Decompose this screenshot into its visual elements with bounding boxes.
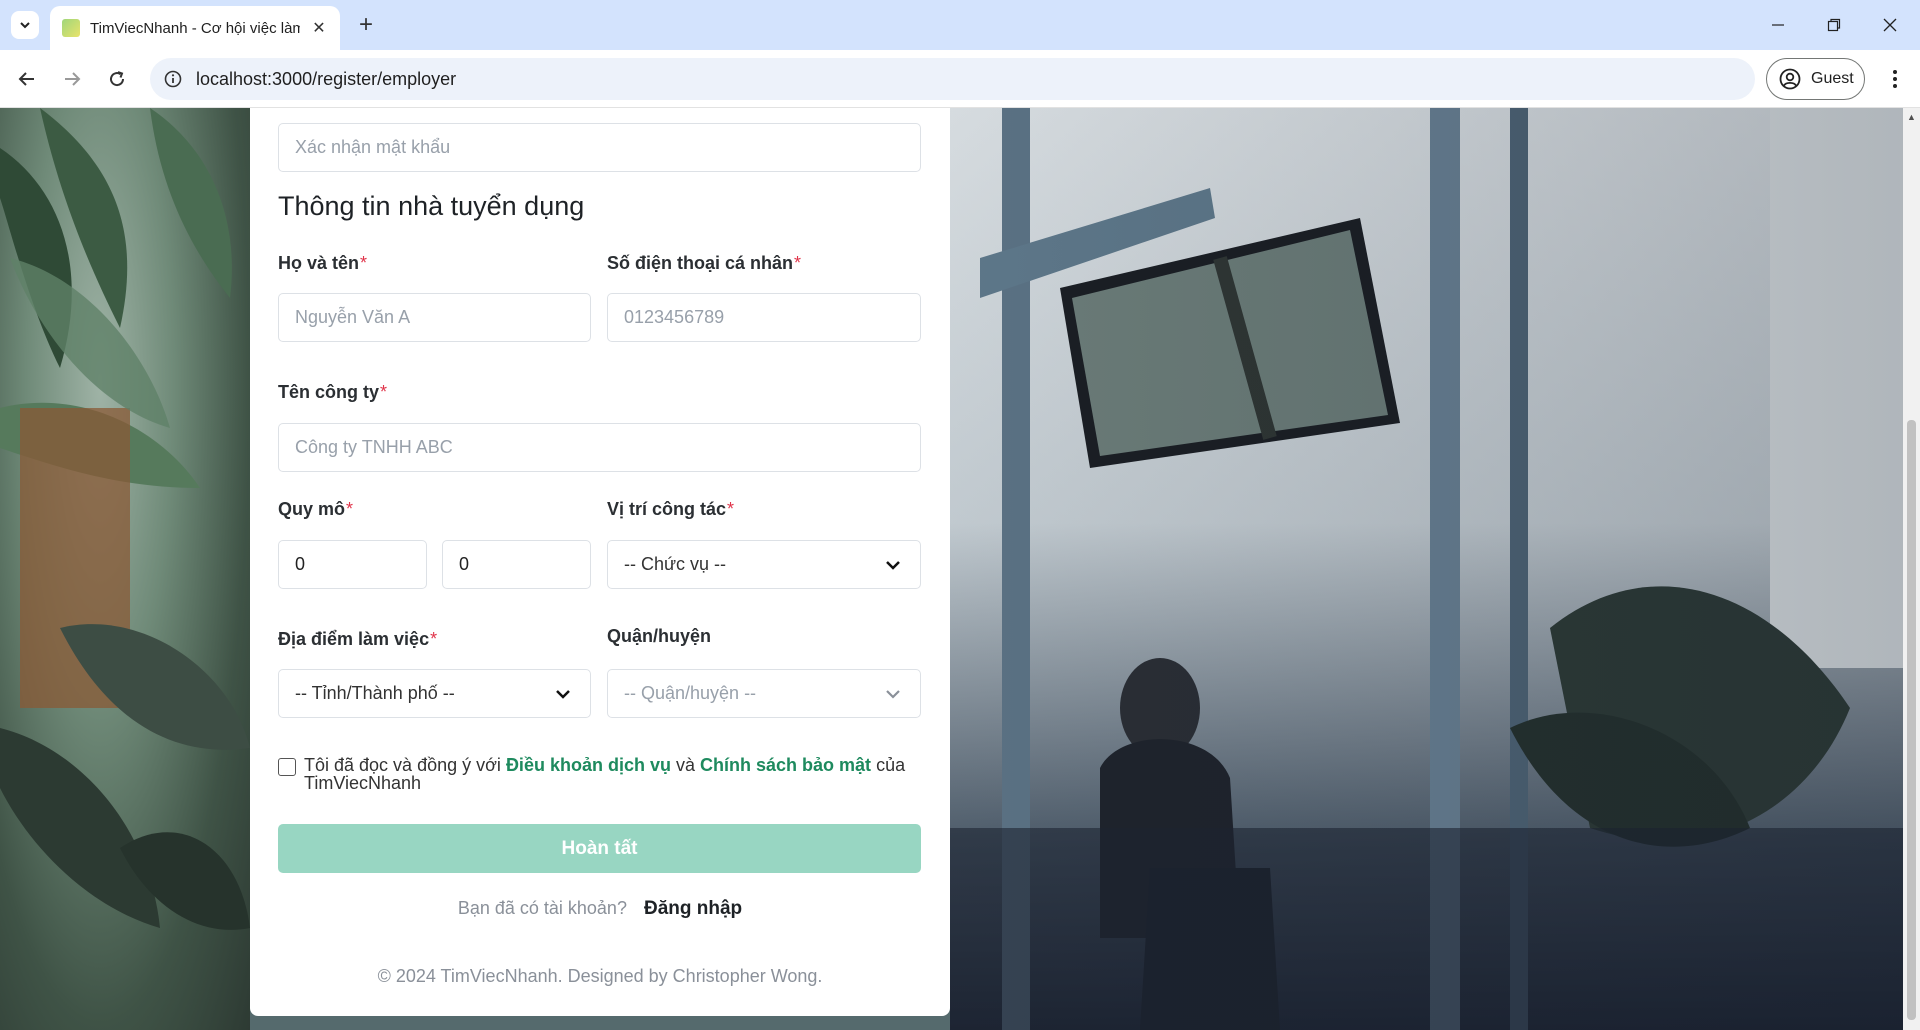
scale-label: Quy mô* <box>278 499 353 520</box>
section-title: Thông tin nhà tuyển dụng <box>278 191 585 221</box>
tab-title: TimViecNhanh - Cơ hội việc làm <box>90 19 300 37</box>
background-overlay <box>950 108 1920 1030</box>
restore-button[interactable] <box>1806 0 1862 50</box>
login-link[interactable]: Đăng nhập <box>644 898 742 919</box>
company-input[interactable]: Công ty TNHH ABC <box>278 423 921 472</box>
required-mark: * <box>794 253 802 273</box>
required-mark: * <box>346 499 354 519</box>
scale-min-input[interactable]: 0 <box>278 540 427 589</box>
position-label: Vị trí công tác* <box>607 499 734 520</box>
url-text: localhost:3000/register/employer <box>196 68 457 89</box>
phone-label-text: Số điện thoại cá nhân <box>607 253 794 273</box>
agree-and: và <box>675 755 695 775</box>
more-vertical-icon <box>1893 70 1897 88</box>
fullname-label-text: Họ và tên <box>278 253 360 273</box>
required-mark: * <box>360 253 368 273</box>
phone-label: Số điện thoại cá nhân* <box>607 253 801 274</box>
close-tab-icon[interactable]: ✕ <box>310 19 328 37</box>
site-info-icon[interactable] <box>164 70 182 88</box>
privacy-policy-link[interactable]: Chính sách bảo mật <box>700 755 871 775</box>
minimize-icon <box>1772 24 1784 26</box>
fullname-input[interactable]: Nguyễn Văn A <box>278 293 591 342</box>
close-window-button[interactable] <box>1862 0 1918 50</box>
account-circle-icon <box>1779 68 1801 90</box>
position-select[interactable]: -- Chức vụ -- <box>607 540 921 589</box>
required-mark: * <box>380 382 388 402</box>
browser-tab-bar: TimViecNhanh - Cơ hội việc làm ✕ + <box>0 0 1920 50</box>
chevron-down-icon <box>20 22 30 29</box>
profile-label: Guest <box>1811 70 1854 87</box>
district-select[interactable]: -- Quận/huyện -- <box>607 669 921 718</box>
tab-search-button[interactable] <box>11 11 39 39</box>
position-select-value: -- Chức vụ -- <box>624 554 727 574</box>
scrollbar-thumb[interactable] <box>1907 420 1916 1020</box>
terms-of-service-link[interactable]: Điều khoản dịch vụ <box>506 755 671 775</box>
page-scrollbar[interactable]: ▲ <box>1903 108 1920 1030</box>
chevron-down-icon <box>556 690 570 699</box>
province-select-value: -- Tỉnh/Thành phố -- <box>295 683 455 703</box>
location-label: Địa điểm làm việc* <box>278 629 437 650</box>
forward-button[interactable] <box>57 64 87 94</box>
footer-copyright: © 2024 TimViecNhanh. Designed by Christo… <box>377 966 823 986</box>
arrow-right-icon <box>65 72 81 86</box>
scale-max-input[interactable]: 0 <box>442 540 591 589</box>
register-employer-form: Xác nhận mật khẩu Thông tin nhà tuyển dụ… <box>250 108 950 1016</box>
profile-button[interactable]: Guest <box>1766 58 1865 100</box>
plant-leaves-illustration <box>0 108 250 930</box>
submit-button[interactable]: Hoàn tất <box>278 824 921 873</box>
new-tab-button[interactable]: + <box>352 11 380 39</box>
back-button[interactable] <box>12 64 42 94</box>
company-label-text: Tên công ty <box>278 382 380 402</box>
browser-menu-button[interactable] <box>1880 64 1910 94</box>
minimize-button[interactable] <box>1750 0 1806 50</box>
scale-label-text: Quy mô <box>278 499 346 519</box>
page-viewport: Xác nhận mật khẩu Thông tin nhà tuyển dụ… <box>0 108 1920 1030</box>
browser-tab[interactable]: TimViecNhanh - Cơ hội việc làm ✕ <box>50 6 340 50</box>
terms-agreement: Tôi đã đọc và đồng ý với Điều khoản dịch… <box>278 756 918 792</box>
required-mark: * <box>727 499 735 519</box>
terms-checkbox[interactable] <box>278 758 296 776</box>
browser-toolbar: localhost:3000/register/employer Guest <box>0 50 1920 108</box>
position-label-text: Vị trí công tác <box>607 499 727 519</box>
reload-icon <box>110 71 125 87</box>
reload-button[interactable] <box>102 64 132 94</box>
scroll-up-icon[interactable]: ▲ <box>1903 108 1920 125</box>
fullname-label: Họ và tên* <box>278 253 367 274</box>
district-select-value: -- Quận/huyện -- <box>624 683 757 703</box>
company-label: Tên công ty* <box>278 382 387 403</box>
chevron-down-icon <box>886 561 900 570</box>
login-prompt: Bạn đã có tài khoản? Đăng nhập <box>250 898 950 920</box>
required-mark: * <box>430 629 438 649</box>
arrow-left-icon <box>18 72 34 86</box>
location-label-text: Địa điểm làm việc <box>278 629 430 649</box>
district-label: Quận/huyện <box>607 626 712 646</box>
site-favicon-icon <box>62 19 80 37</box>
chevron-down-icon <box>886 690 900 699</box>
close-icon <box>1883 18 1897 32</box>
restore-icon <box>1827 18 1841 32</box>
agree-prefix: Tôi đã đọc và đồng ý với <box>304 755 501 775</box>
confirm-password-input[interactable]: Xác nhận mật khẩu <box>278 123 921 172</box>
province-select[interactable]: -- Tỉnh/Thành phố -- <box>278 669 591 718</box>
phone-input[interactable]: 0123456789 <box>607 293 921 342</box>
terms-text: Tôi đã đọc và đồng ý với Điều khoản dịch… <box>304 756 918 792</box>
address-bar[interactable]: localhost:3000/register/employer <box>150 58 1755 100</box>
have-account-text: Bạn đã có tài khoản? <box>457 898 627 918</box>
